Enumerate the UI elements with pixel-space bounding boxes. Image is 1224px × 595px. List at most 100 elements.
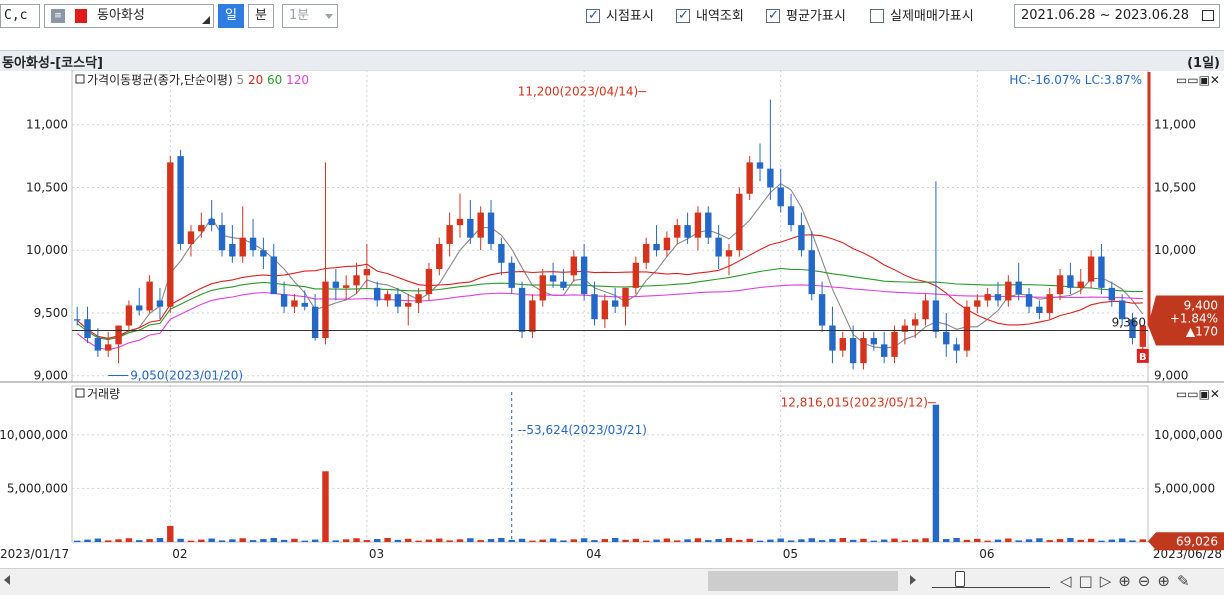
volume-bar bbox=[84, 539, 91, 542]
price-tick-left: 9,500 bbox=[34, 306, 68, 320]
volume-bar bbox=[291, 538, 298, 542]
checkbox-label: 실제매매가표시 bbox=[890, 9, 974, 24]
candle-body bbox=[1005, 281, 1012, 301]
volume-bar bbox=[487, 539, 495, 542]
candle-body bbox=[787, 206, 795, 226]
candle-body bbox=[746, 162, 753, 194]
volume-bar bbox=[1067, 537, 1074, 542]
volume-bar bbox=[187, 540, 195, 542]
volume-bar bbox=[839, 537, 846, 542]
checkbox-box[interactable] bbox=[870, 9, 884, 23]
checkbox-2[interactable]: 평균가표시 bbox=[766, 7, 846, 26]
candle-body bbox=[1098, 256, 1105, 288]
interval-select[interactable]: 1분 bbox=[282, 4, 338, 28]
daily-button[interactable]: 일 bbox=[218, 4, 244, 28]
candle-body bbox=[1108, 287, 1115, 301]
max-price-annotation: 11,200(2023/04/14) bbox=[518, 85, 639, 99]
list-icon[interactable]: ≡ bbox=[51, 9, 65, 23]
checkbox-3[interactable]: 실제매매가표시 bbox=[870, 8, 974, 26]
chart-area[interactable]: 9,0009,0009,5009,50010,00010,00010,50010… bbox=[0, 70, 1224, 568]
candle-body bbox=[549, 275, 557, 282]
checkbox-box[interactable] bbox=[586, 7, 600, 25]
volume-bar bbox=[705, 540, 712, 542]
month-label: 03 bbox=[369, 547, 384, 561]
stock-code-input[interactable]: C,c bbox=[0, 4, 40, 28]
candle-body bbox=[798, 225, 805, 251]
hc-lc-label: HC:-16.07% LC:3.87% bbox=[1009, 73, 1142, 87]
volume-plot-frame bbox=[71, 385, 1149, 543]
candle-body bbox=[322, 281, 329, 339]
volume-bar bbox=[860, 538, 867, 542]
min-volume-annotation: --53,624(2023/03/21) bbox=[518, 423, 647, 437]
stock-name-select[interactable]: ≡ 동아화성 bbox=[44, 4, 214, 28]
volume-bar bbox=[280, 539, 288, 542]
chart-controls[interactable]: ◁□▷⊕⊖⊕✎ bbox=[1060, 572, 1197, 590]
calendar-icon[interactable] bbox=[1202, 10, 1214, 21]
volume-bar bbox=[436, 538, 443, 542]
volume-bar bbox=[529, 540, 536, 542]
price-tick-right: 11,000 bbox=[1154, 118, 1196, 132]
candle-body bbox=[767, 168, 774, 188]
scroll-thumb[interactable] bbox=[708, 571, 898, 591]
checkbox-label: 내역조회 bbox=[696, 9, 744, 24]
candle-body bbox=[1046, 294, 1053, 313]
volume-bar bbox=[715, 539, 722, 542]
candle-body bbox=[374, 287, 381, 301]
volume-bar bbox=[94, 538, 102, 542]
candle-body bbox=[84, 319, 91, 339]
zoom-slider-knob[interactable] bbox=[955, 571, 965, 587]
volume-bar bbox=[984, 540, 991, 542]
candle-body bbox=[777, 187, 784, 207]
candle-body bbox=[984, 294, 991, 301]
zoom-ruler[interactable] bbox=[932, 575, 1050, 588]
date-range-field[interactable]: 2021.06.28 ~ 2023.06.28 bbox=[1014, 4, 1220, 28]
candle-body bbox=[1025, 294, 1033, 307]
chart-panel-header: 동아화성-[코스닥] (1일) bbox=[0, 50, 1224, 71]
volume-bar bbox=[229, 539, 236, 542]
volume-bar bbox=[249, 540, 257, 542]
volume-bar bbox=[1036, 538, 1043, 542]
checkbox-box[interactable] bbox=[676, 7, 690, 25]
candle-body bbox=[880, 344, 888, 357]
current-price-box-line: +1.84% bbox=[1170, 312, 1218, 326]
x-start-label: 2023/01/17 bbox=[0, 547, 69, 561]
candle-body bbox=[1067, 275, 1074, 288]
candle-body bbox=[994, 294, 1002, 301]
volume-bar bbox=[384, 537, 391, 542]
volume-bar bbox=[146, 539, 153, 542]
stock-name-label: 동아화성 bbox=[97, 8, 145, 23]
candle-body bbox=[280, 294, 288, 307]
volume-bar bbox=[932, 404, 940, 542]
candle-body bbox=[891, 331, 898, 357]
volume-bar bbox=[601, 539, 609, 542]
candle-body bbox=[1056, 275, 1064, 295]
volume-bar bbox=[560, 540, 567, 542]
horizontal-scrollbar[interactable]: ◁□▷⊕⊖⊕✎ bbox=[0, 568, 1224, 595]
volume-bar bbox=[498, 537, 505, 542]
candle-body bbox=[963, 306, 971, 351]
candle-body bbox=[342, 285, 350, 288]
candle-body bbox=[943, 331, 950, 345]
candle-body bbox=[477, 212, 484, 238]
volume-bar bbox=[415, 540, 422, 542]
scroll-left-arrow-icon[interactable] bbox=[4, 575, 10, 585]
period-label: (1일) bbox=[1187, 56, 1220, 71]
checkbox-1[interactable]: 내역조회 bbox=[676, 7, 744, 26]
candle-body bbox=[115, 325, 122, 345]
volume-bar bbox=[239, 538, 246, 542]
volume-bar bbox=[405, 538, 412, 542]
minute-button[interactable]: 분 bbox=[248, 4, 274, 28]
candle-body bbox=[239, 237, 246, 257]
checkbox-box[interactable] bbox=[766, 7, 780, 25]
volume-bar bbox=[322, 471, 329, 542]
candle-body bbox=[167, 162, 174, 307]
volume-bar bbox=[218, 540, 226, 542]
volume-bar bbox=[467, 538, 474, 542]
candle-body bbox=[94, 338, 102, 351]
candle-body bbox=[498, 243, 505, 263]
checkbox-0[interactable]: 시점표시 bbox=[586, 7, 654, 26]
scroll-right-arrow-icon[interactable] bbox=[910, 575, 916, 585]
volume-bar bbox=[73, 540, 81, 542]
volume-bar bbox=[818, 540, 826, 542]
candle-body bbox=[394, 294, 402, 307]
